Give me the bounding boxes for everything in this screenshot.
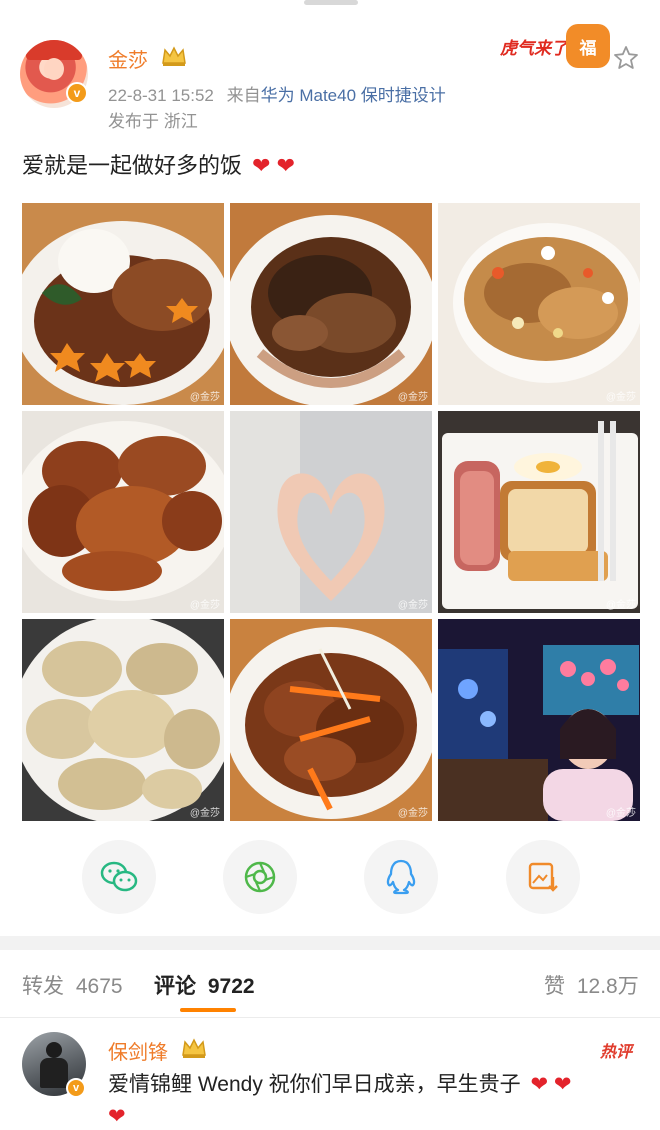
photo-dish-sweet-sour-pork[interactable]: @金莎 <box>230 619 432 821</box>
photo-hands-heart[interactable]: @金莎 <box>230 411 432 613</box>
photo-watermark: @金莎 <box>397 808 428 819</box>
avatar-face <box>44 58 64 80</box>
tab-repost[interactable]: 转发 4675 <box>22 970 123 1000</box>
tab-comments-label: 评论 <box>154 975 196 998</box>
share-qq-button[interactable] <box>364 840 438 914</box>
heart-emoji-trailing: ❤ <box>108 1105 126 1128</box>
verified-icon: v <box>66 1078 86 1098</box>
interaction-tabs: 转发 4675 评论 9722 赞 12.8万 <box>0 950 660 1018</box>
avatar-figure-head <box>46 1042 62 1058</box>
post-timestamp: 22-8-31 15:52 <box>108 86 214 105</box>
post-meta: 22-8-31 15:52 来自华为 Mate40 保时捷设计 <box>108 81 446 106</box>
heart-emoji: ❤ ❤ <box>252 153 296 178</box>
hot-comment-badge: 热评 <box>600 1044 633 1061</box>
tiger-year-badge: 虎气来了 福 <box>500 24 612 68</box>
photo-watermark: @金莎 <box>605 600 636 611</box>
share-moments-button[interactable] <box>223 840 297 914</box>
photo-watermark: @金莎 <box>189 600 220 611</box>
tab-comments[interactable]: 评论 9722 <box>154 970 255 1000</box>
verified-icon: v <box>66 82 88 104</box>
tab-likes-label: 赞 <box>544 975 565 998</box>
active-tab-indicator <box>180 1008 236 1012</box>
post-header: v 金莎 22-8-31 15:52 来自华为 Mate40 保时捷设计 发布于… <box>0 0 660 140</box>
photo-toast-bacon-egg-breakfast[interactable]: @金莎 <box>438 411 640 613</box>
photo-watermark: @金莎 <box>397 600 428 611</box>
tab-repost-label: 转发 <box>22 975 64 998</box>
save-image-icon <box>528 862 558 892</box>
moments-icon <box>244 861 276 893</box>
section-divider <box>0 936 660 950</box>
photo-dish-fried-rice[interactable]: @金莎 <box>438 203 640 405</box>
crown-icon <box>162 46 186 66</box>
crown-icon <box>182 1038 206 1058</box>
source-prefix: 来自 <box>226 86 261 105</box>
comment-body: 爱情锦鲤 Wendy 祝你们早日成亲，早生贵子 <box>108 1073 521 1096</box>
photo-dish-braised-eggplant[interactable]: @金莎 <box>230 203 432 405</box>
tab-repost-count: 4675 <box>75 975 123 998</box>
photo-dish-crispy-tofu[interactable]: @金莎 <box>22 619 224 821</box>
photo-grid: @金莎 @金莎 @金莎 @金莎 @金莎 @金莎 @金莎 @金莎 @金莎 <box>22 203 640 821</box>
post-location: 发布于 浙江 <box>108 112 198 131</box>
photo-dish-fried-chicken[interactable]: @金莎 <box>22 411 224 613</box>
avatar-hat <box>26 40 82 60</box>
post-body: 爱就是一起做好多的饭 <box>22 153 243 178</box>
commenter-name[interactable]: 保剑锋 <box>108 1036 168 1065</box>
photo-dish-rice-with-pork-chop[interactable]: @金莎 <box>22 203 224 405</box>
comment-text: 爱情锦鲤 Wendy 祝你们早日成亲，早生贵子 ❤ ❤ ❤ <box>108 1069 638 1130</box>
username[interactable]: 金莎 <box>108 44 148 73</box>
photo-watermark: @金莎 <box>397 392 428 403</box>
post-text: 爱就是一起做好多的饭 ❤ ❤ <box>22 148 295 180</box>
qq-icon <box>386 859 416 895</box>
tab-likes[interactable]: 赞 12.8万 <box>544 970 639 1000</box>
photo-watermark: @金莎 <box>605 808 636 819</box>
photo-watermark: @金莎 <box>189 392 220 403</box>
avatar-figure-body <box>40 1058 68 1088</box>
photo-watermark: @金莎 <box>605 392 636 403</box>
photo-aquarium-selfie[interactable]: @金莎 <box>438 619 640 821</box>
device-source[interactable]: 华为 Mate40 保时捷设计 <box>261 86 446 105</box>
share-wechat-button[interactable] <box>82 840 156 914</box>
tab-comments-count: 9722 <box>207 975 255 998</box>
star-icon[interactable] <box>612 44 640 72</box>
share-row <box>0 840 660 916</box>
tiger-paw-glyph: 福 <box>579 38 597 58</box>
wechat-icon <box>100 861 138 892</box>
tab-likes-count: 12.8万 <box>576 975 639 998</box>
photo-watermark: @金莎 <box>189 808 220 819</box>
tiger-badge-text: 虎气来了 <box>500 39 568 58</box>
tiger-paw-icon: 福 <box>566 24 610 68</box>
heart-emoji: ❤ ❤ <box>530 1073 572 1096</box>
comment-item[interactable]: v 保剑锋 热评 爱情锦鲤 Wendy 祝你们早日成亲，早生贵子 ❤ ❤ ❤ <box>0 1020 660 1130</box>
share-save-image-button[interactable] <box>506 840 580 914</box>
